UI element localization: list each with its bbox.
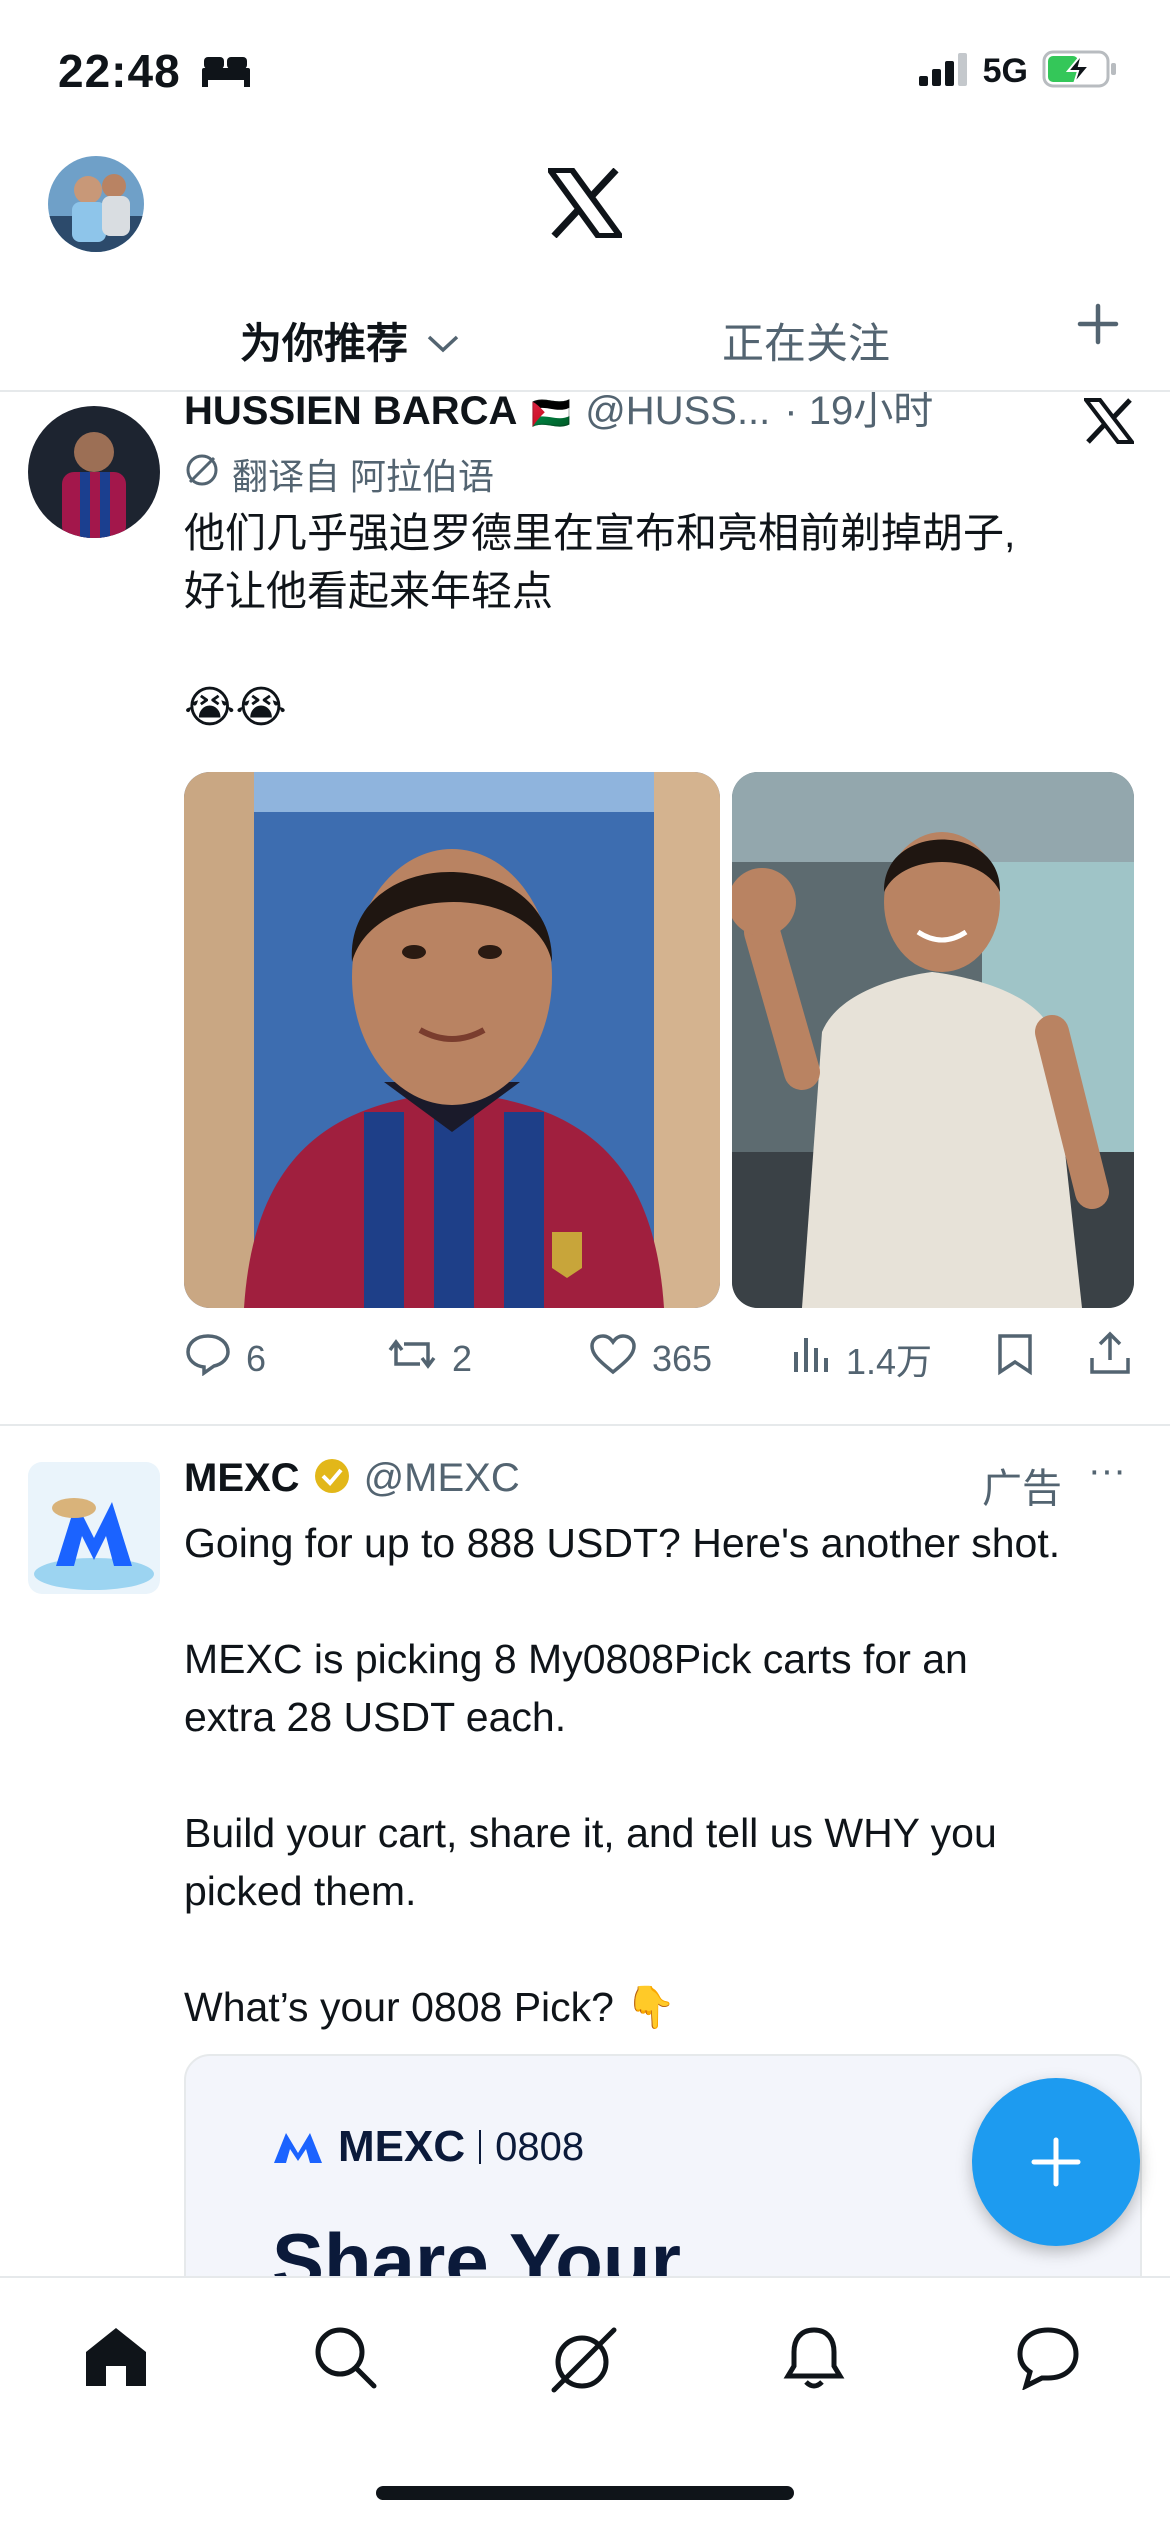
verified-badge-icon — [312, 1456, 352, 1501]
tweet-1-handle[interactable]: @HUSS... — [585, 392, 770, 434]
tweet-1-display-name[interactable]: HUSSIEN BARCA — [184, 392, 517, 434]
tweet-1-photo-1[interactable] — [184, 772, 720, 1308]
plus-icon — [1031, 2137, 1081, 2187]
translated-note[interactable]: 翻译自 阿拉伯语 — [184, 448, 494, 500]
tweet-1-avatar[interactable] — [28, 406, 160, 538]
views-count: 1.4万 — [846, 1340, 933, 1382]
tweet-2-display-name[interactable]: MEXC — [184, 1456, 300, 1501]
mexc-logo-icon — [274, 2133, 322, 2163]
views-icon — [792, 1332, 832, 1385]
bookmark-button[interactable] — [996, 1332, 1034, 1376]
ad-label: 广告 — [982, 1467, 1062, 1511]
like-count: 365 — [652, 1337, 713, 1379]
like-button[interactable]: 365 — [588, 1332, 712, 1385]
reply-button[interactable]: 6 — [184, 1332, 266, 1385]
retweet-icon — [386, 1332, 438, 1385]
home-icon[interactable] — [82, 2324, 150, 2395]
retweet-count: 2 — [452, 1337, 473, 1379]
ad-card-separator — [479, 2130, 482, 2164]
tweet-1-emoji: 😭😭 — [184, 683, 287, 732]
tweet-1-time: · 19小时 — [784, 392, 934, 433]
heart-icon — [588, 1332, 638, 1385]
tab-for-you[interactable]: 为你推荐 — [240, 310, 460, 371]
tweet-2-handle[interactable]: @MEXC — [364, 1456, 520, 1501]
network-type: 5G — [982, 52, 1028, 90]
tab-for-you-label: 为你推荐 — [240, 320, 409, 367]
retweet-button[interactable]: 2 — [386, 1332, 472, 1385]
more-options-icon[interactable]: ··· — [1088, 1450, 1126, 1493]
tweet-1-text: 他们几乎强迫罗德里在宣布和亮相前剃掉胡子, 好让他看起来年轻点 — [184, 510, 1016, 614]
share-icon — [1090, 1331, 1130, 1374]
status-right: 5G — [918, 50, 1118, 93]
ad-card-headline: Share Your — [272, 2217, 681, 2276]
ad-card-logo: MEXC 0808 — [272, 2122, 584, 2172]
messages-icon[interactable] — [1014, 2324, 1082, 2395]
tweet-2-header: MEXC @MEXC — [184, 1456, 520, 1501]
tweet-2-text: Going for up to 888 USDT? Here's another… — [184, 1520, 1061, 2030]
timeline-tabs: 为你推荐 正在关注 — [0, 290, 1170, 392]
share-button[interactable] — [1088, 1330, 1132, 1376]
notifications-bell-icon[interactable] — [782, 2324, 846, 2397]
tweet-1[interactable]: HUSSIEN BARCA 🇵🇸 @HUSS... · 19小时 翻译自 阿拉伯… — [0, 392, 1170, 1426]
translated-note-text: 翻译自 阿拉伯语 — [232, 456, 495, 497]
bed-icon — [200, 54, 252, 93]
tweet-1-photo-2[interactable] — [732, 772, 1134, 1308]
reply-count: 6 — [246, 1337, 267, 1379]
compose-button[interactable] — [972, 2078, 1140, 2246]
ad-card-tag: 0808 — [495, 2124, 585, 2169]
views-button[interactable]: 1.4万 — [792, 1332, 932, 1385]
grok-icon[interactable] — [548, 2324, 620, 2399]
profile-avatar[interactable] — [48, 156, 144, 252]
reply-icon — [184, 1332, 232, 1385]
add-tab-icon[interactable] — [1074, 300, 1122, 358]
ad-card-brand: MEXC — [338, 2122, 466, 2171]
signal-icon — [918, 52, 969, 91]
mexc-avatar[interactable] — [28, 1462, 160, 1594]
palestine-flag: 🇵🇸 — [531, 395, 572, 431]
tweet-1-header: HUSSIEN BARCA 🇵🇸 @HUSS... · 19小时 — [184, 392, 933, 436]
home-indicator — [376, 2486, 794, 2500]
battery-charging-icon — [1042, 50, 1118, 93]
bookmark-icon — [998, 1334, 1032, 1376]
tab-following[interactable]: 正在关注 — [722, 310, 890, 371]
translate-icon — [184, 452, 220, 497]
chevron-down-icon[interactable] — [426, 317, 460, 365]
tweet-1-source-x-icon — [1081, 398, 1137, 449]
status-time: 22:48 — [58, 45, 181, 97]
x-logo[interactable] — [544, 167, 626, 243]
tweet-1-actions: 6 2 365 1.4万 — [0, 1322, 1170, 1392]
search-icon[interactable] — [312, 2324, 378, 2395]
